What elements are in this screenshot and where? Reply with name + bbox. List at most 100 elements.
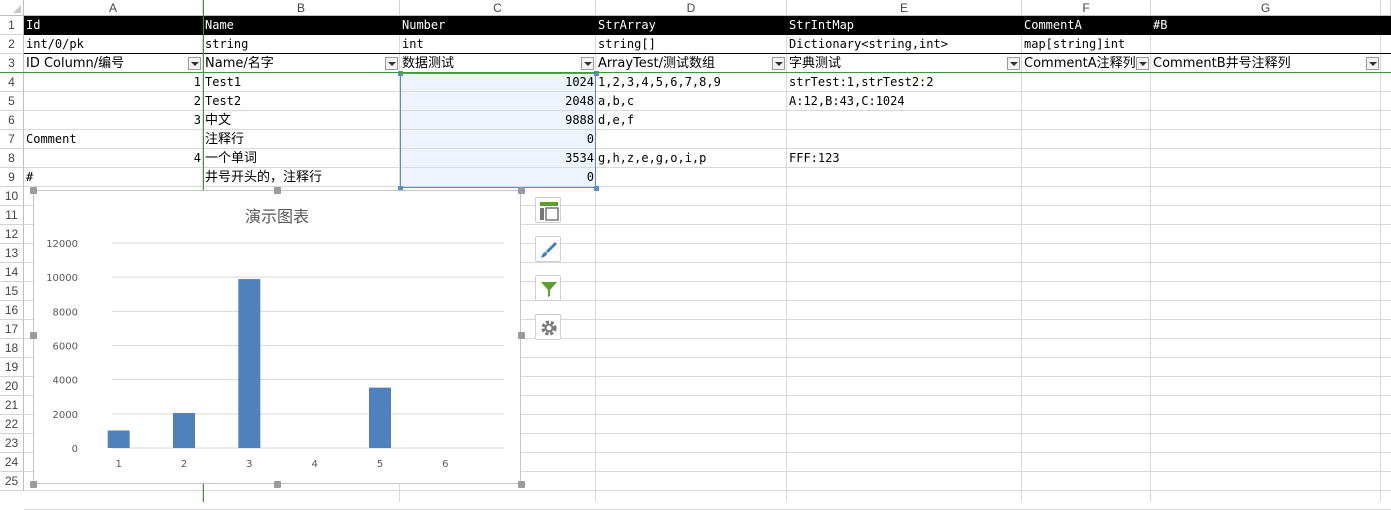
cell-a3[interactable]: ID Column/编号 xyxy=(24,54,203,73)
cell-a6[interactable]: 3 xyxy=(24,111,203,130)
chart-resize-handle[interactable] xyxy=(274,481,281,488)
cell-e6[interactable] xyxy=(787,111,1022,130)
row-header-7[interactable]: 7 xyxy=(0,130,24,149)
row-header-5[interactable]: 5 xyxy=(0,92,24,111)
cell-b8[interactable]: 一个单词 xyxy=(203,149,400,168)
cell-d3[interactable]: ArrayTest/测试数组 xyxy=(596,54,787,73)
cell-e9[interactable] xyxy=(787,168,1022,187)
cell-b2[interactable]: string xyxy=(203,35,400,54)
cell-f1[interactable]: CommentA xyxy=(1022,16,1151,35)
filter-dropdown-a[interactable] xyxy=(188,57,201,70)
row-header-1[interactable]: 1 xyxy=(0,16,24,35)
chart-elements-button[interactable] xyxy=(535,197,561,223)
cell-d4[interactable]: 1,2,3,4,5,6,7,8,9 xyxy=(596,73,787,92)
filter-dropdown-g[interactable] xyxy=(1366,57,1379,70)
chart-resize-handle[interactable] xyxy=(30,332,37,339)
cell-e2[interactable]: Dictionary<string,int> xyxy=(787,35,1022,54)
cell-f2[interactable]: map[string]int xyxy=(1022,35,1151,54)
filter-dropdown-b[interactable] xyxy=(385,57,398,70)
cell-a4[interactable]: 1 xyxy=(24,73,203,92)
cell-b3[interactable]: Name/名字 xyxy=(203,54,400,73)
filter-dropdown-c[interactable] xyxy=(581,57,594,70)
cell-d5[interactable]: a,b,c xyxy=(596,92,787,111)
cell-c5[interactable]: 2048 xyxy=(400,92,596,111)
row-header-25[interactable]: 25 xyxy=(0,472,24,491)
cell-c9[interactable]: 0 xyxy=(400,168,596,187)
row-header-12[interactable]: 12 xyxy=(0,225,24,244)
row-header-10[interactable]: 10 xyxy=(0,187,24,206)
chart-filters-button[interactable] xyxy=(535,275,561,301)
chart-settings-button[interactable] xyxy=(535,314,561,340)
row-header-14[interactable]: 14 xyxy=(0,263,24,282)
chart-resize-handle[interactable] xyxy=(518,332,525,339)
cell-d2[interactable]: string[] xyxy=(596,35,787,54)
cell-c4[interactable]: 1024 xyxy=(400,73,596,92)
cell-d8[interactable]: g,h,z,e,g,o,i,p xyxy=(596,149,787,168)
row-header-6[interactable]: 6 xyxy=(0,111,24,130)
filter-dropdown-e[interactable] xyxy=(1007,57,1020,70)
column-header-d[interactable]: D xyxy=(596,0,787,16)
row-header-16[interactable]: 16 xyxy=(0,301,24,320)
row-header-9[interactable]: 9 xyxy=(0,168,24,187)
row-header-22[interactable]: 22 xyxy=(0,415,24,434)
chart-object[interactable]: 演示图表 0 2000 4000 6000 8000 10000 12000 1 2 3 4 5 6 xyxy=(33,190,521,484)
select-all-corner[interactable] xyxy=(0,0,24,16)
cell-c2[interactable]: int xyxy=(400,35,596,54)
cell-g1[interactable]: #B xyxy=(1151,16,1381,35)
filter-dropdown-f[interactable] xyxy=(1136,57,1149,70)
cell-c3[interactable]: 数据测试 xyxy=(400,54,596,73)
chart-resize-handle[interactable] xyxy=(518,481,525,488)
cell-b1[interactable]: Name xyxy=(203,16,400,35)
cell-d9[interactable] xyxy=(596,168,787,187)
cell-g3[interactable]: CommentB井号注释列 xyxy=(1151,54,1381,73)
row-header-11[interactable]: 11 xyxy=(0,206,24,225)
column-header-f[interactable]: F xyxy=(1022,0,1151,16)
row-header-23[interactable]: 23 xyxy=(0,434,24,453)
chart-resize-handle[interactable] xyxy=(274,187,281,194)
cell-b4[interactable]: Test1 xyxy=(203,73,400,92)
cell-d7[interactable] xyxy=(596,130,787,149)
column-header-a[interactable]: A xyxy=(24,0,203,16)
row-header-20[interactable]: 20 xyxy=(0,377,24,396)
row-header-2[interactable]: 2 xyxy=(0,35,24,54)
cell-c6[interactable]: 9888 xyxy=(400,111,596,130)
column-header-b[interactable]: B xyxy=(203,0,400,16)
cell-e8[interactable]: FFF:123 xyxy=(787,149,1022,168)
cell-c8[interactable]: 3534 xyxy=(400,149,596,168)
cell-e3[interactable]: 字典测试 xyxy=(787,54,1022,73)
cell-e4[interactable]: strTest:1,strTest2:2 xyxy=(787,73,1022,92)
chart-plot-area[interactable]: 0 2000 4000 6000 8000 10000 12000 1 2 3 4 5 6 xyxy=(34,191,520,483)
row-header-18[interactable]: 18 xyxy=(0,339,24,358)
chart-styles-button[interactable] xyxy=(535,236,561,262)
column-header-c[interactable]: C xyxy=(400,0,596,16)
cell-e7[interactable] xyxy=(787,130,1022,149)
cell-b9[interactable]: 井号开头的，注释行 xyxy=(203,168,400,187)
row-header-21[interactable]: 21 xyxy=(0,396,24,415)
row-header-3[interactable]: 3 xyxy=(0,54,24,73)
cell-c7[interactable]: 0 xyxy=(400,130,596,149)
chart-resize-handle[interactable] xyxy=(518,187,525,194)
cell-a5[interactable]: 2 xyxy=(24,92,203,111)
cell-a2[interactable]: int/0/pk xyxy=(24,35,203,54)
cell-e5[interactable]: A:12,B:43,C:1024 xyxy=(787,92,1022,111)
row-header-24[interactable]: 24 xyxy=(0,453,24,472)
cell-a1[interactable]: Id xyxy=(24,16,203,35)
cell-c1[interactable]: Number xyxy=(400,16,596,35)
cell-f3[interactable]: CommentA注释列 xyxy=(1022,54,1151,73)
column-header-e[interactable]: E xyxy=(787,0,1022,16)
cell-a9[interactable]: # xyxy=(24,168,203,187)
cell-d1[interactable]: StrArray xyxy=(596,16,787,35)
row-header-17[interactable]: 17 xyxy=(0,320,24,339)
chart-resize-handle[interactable] xyxy=(30,187,37,194)
column-header-g[interactable]: G xyxy=(1151,0,1381,16)
cell-b5[interactable]: Test2 xyxy=(203,92,400,111)
row-header-8[interactable]: 8 xyxy=(0,149,24,168)
cell-e1[interactable]: StrIntMap xyxy=(787,16,1022,35)
chart-resize-handle[interactable] xyxy=(30,481,37,488)
cell-b7[interactable]: 注释行 xyxy=(203,130,400,149)
cell-d6[interactable]: d,e,f xyxy=(596,111,787,130)
row-header-19[interactable]: 19 xyxy=(0,358,24,377)
row-header-4[interactable]: 4 xyxy=(0,73,24,92)
filter-dropdown-d[interactable] xyxy=(772,57,785,70)
row-header-15[interactable]: 15 xyxy=(0,282,24,301)
